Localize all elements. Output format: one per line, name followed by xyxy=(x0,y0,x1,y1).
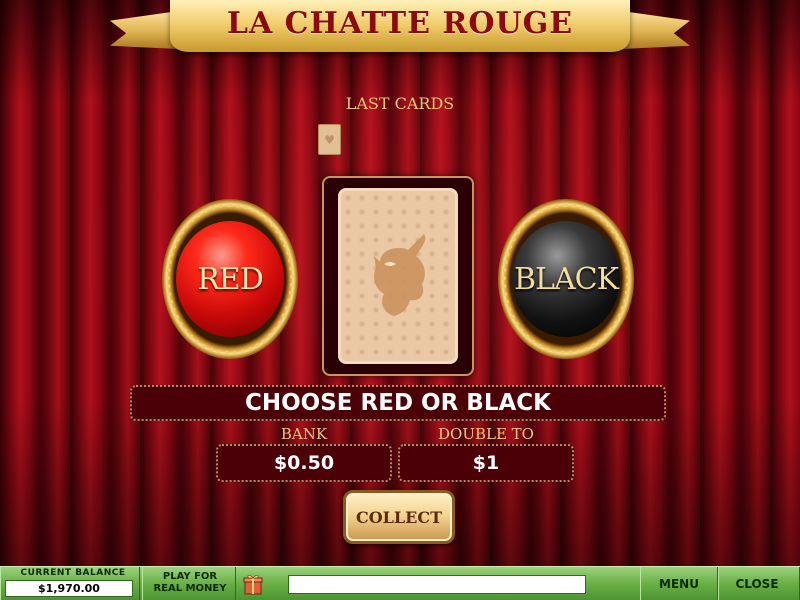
collect-button[interactable]: COLLECT xyxy=(343,490,455,544)
bank-value: $0.50 xyxy=(216,444,392,482)
black-choice[interactable]: BLACK xyxy=(498,199,634,359)
play-real-section: PLAY FOR REAL MONEY xyxy=(142,567,236,600)
message-field[interactable] xyxy=(288,575,586,594)
gift-icon[interactable] xyxy=(243,573,263,595)
close-button[interactable]: CLOSE xyxy=(718,567,796,600)
play-real-line2: REAL MONEY xyxy=(153,583,227,594)
balance-section: CURRENT BALANCE $1,970.00 xyxy=(0,567,140,600)
balance-label: CURRENT BALANCE xyxy=(20,568,126,578)
game-title: LA CHATTE ROUGE xyxy=(226,6,574,41)
double-to-label: DOUBLE TO xyxy=(438,425,534,443)
bottom-bar: CURRENT BALANCE $1,970.00 PLAY FOR REAL … xyxy=(0,566,800,600)
card-frame xyxy=(322,176,474,376)
menu-button[interactable]: MENU xyxy=(642,567,716,600)
balance-value: $1,970.00 xyxy=(5,580,133,597)
cat-logo-icon xyxy=(374,234,426,316)
title-banner: LA CHATTE ROUGE xyxy=(110,0,690,62)
heart-icon: ♥ xyxy=(324,132,335,147)
double-to-value: $1 xyxy=(398,444,574,482)
red-button[interactable]: RED xyxy=(176,221,284,337)
bank-label: BANK xyxy=(280,425,328,443)
instruction-message: CHOOSE RED OR BLACK xyxy=(130,385,666,421)
last-card-thumbnail: ♥ xyxy=(318,124,341,155)
red-choice[interactable]: RED xyxy=(162,199,298,359)
play-real-money-button[interactable]: PLAY FOR REAL MONEY xyxy=(147,571,233,595)
black-button[interactable]: BLACK xyxy=(512,221,620,337)
play-real-line1: PLAY FOR xyxy=(162,571,218,582)
last-cards-label: LAST CARDS xyxy=(345,94,455,113)
face-down-card xyxy=(338,188,458,364)
